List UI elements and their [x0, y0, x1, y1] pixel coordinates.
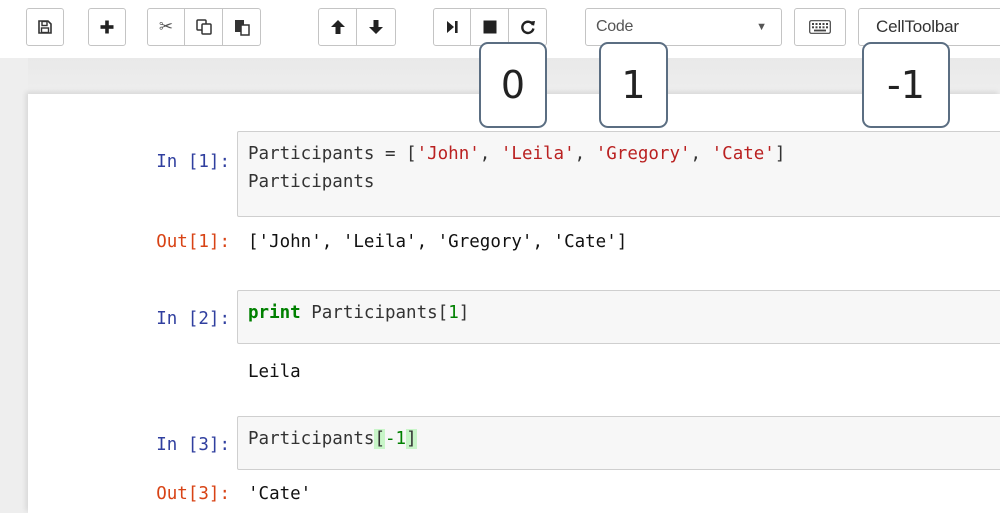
restart-button[interactable] [509, 8, 547, 46]
cell-2-input[interactable]: print Participants[1] [237, 290, 1000, 344]
cut-icon: ✂ [158, 17, 174, 37]
code-bracket: ] [458, 303, 470, 323]
cell-2-input-prompt: In [2]: [156, 309, 230, 329]
restart-icon [520, 20, 535, 35]
code-bracket: ] [774, 144, 786, 164]
interrupt-button[interactable] [471, 8, 509, 46]
cell-3-output: 'Cate' [248, 484, 312, 504]
code-separator: , [479, 144, 501, 164]
code-text: Participants [248, 429, 375, 449]
code-bracket: [ [374, 429, 385, 449]
edit-group: ✂ [147, 8, 261, 46]
code-separator: , [574, 144, 596, 164]
cell-1-output: ['John', 'Leila', 'Gregory', 'Cate'] [248, 232, 628, 252]
stop-icon [483, 20, 496, 34]
move-down-button[interactable] [357, 8, 396, 46]
code-number: -1 [384, 429, 407, 449]
move-up-button[interactable] [318, 8, 357, 46]
celltoolbar-button[interactable]: CellToolbar [858, 8, 1000, 46]
save-icon [38, 20, 52, 34]
code-string: 'Cate' [711, 144, 775, 164]
run-icon [447, 21, 458, 33]
chevron-down-icon: ▼ [756, 21, 767, 33]
notebook-margin [0, 58, 28, 513]
copy-icon [195, 19, 212, 35]
paste-icon [234, 20, 250, 36]
code-keyword: print [248, 303, 301, 323]
cell-type-value: Code [596, 18, 634, 35]
code-number: 1 [448, 303, 459, 323]
run-group [433, 8, 547, 46]
cell-3-input-prompt: In [3]: [156, 435, 230, 455]
code-bracket: ] [406, 429, 417, 449]
keyboard-icon [809, 20, 831, 34]
paste-button[interactable] [223, 8, 261, 46]
cell-1-output-prompt: Out[1]: [156, 232, 230, 252]
code-string: 'John' [416, 144, 480, 164]
move-group [318, 8, 396, 46]
add-icon [100, 20, 114, 34]
cut-button[interactable]: ✂ [147, 8, 185, 46]
move-down-icon [369, 20, 383, 34]
code-separator: , [690, 144, 712, 164]
cell-3-output-prompt: Out[3]: [156, 484, 230, 504]
cell-type-select[interactable]: Code ▼ [585, 8, 782, 46]
cell-2-output: Leila [248, 362, 301, 382]
copy-button[interactable] [185, 8, 223, 46]
command-palette-button[interactable] [794, 8, 846, 46]
run-button[interactable] [433, 8, 471, 46]
celltoolbar-label: CellToolbar [876, 17, 959, 36]
code-text: Participants[ [300, 303, 449, 323]
cell-1-code-line-2: Participants [248, 172, 375, 192]
cell-1-input[interactable]: Participants = ['John', 'Leila', 'Gregor… [237, 131, 1000, 217]
index-annotation-last: -1 [862, 42, 950, 128]
save-group [26, 8, 64, 46]
code-string: 'Leila' [500, 144, 575, 164]
insert-cell-button[interactable] [88, 8, 126, 46]
cell-3-input[interactable]: Participants[-1] [237, 416, 1000, 470]
cell-1-input-prompt: In [1]: [156, 152, 230, 172]
code-string: 'Gregory' [595, 144, 691, 164]
save-button[interactable] [26, 8, 64, 46]
move-up-icon [330, 20, 345, 34]
index-annotation-second: 1 [599, 42, 668, 128]
index-annotation-first: 0 [479, 42, 547, 128]
cell-1-code-var: Participants = [ [248, 144, 417, 164]
insert-group [88, 8, 126, 46]
